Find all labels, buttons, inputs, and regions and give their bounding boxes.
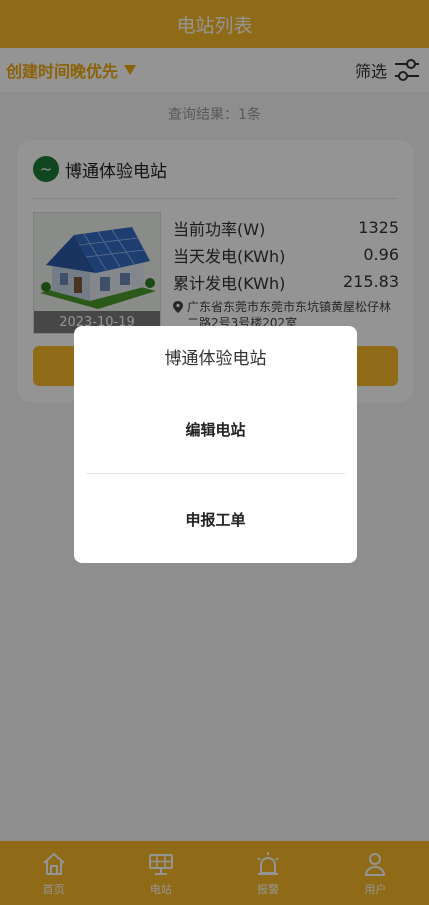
report-ticket-option[interactable]: 申报工单 [74, 509, 357, 530]
action-dialog: 博通体验电站 编辑电站 申报工单 [74, 326, 357, 563]
edit-station-option[interactable]: 编辑电站 [74, 419, 357, 440]
dialog-title: 博通体验电站 [164, 349, 267, 369]
dialog-divider [86, 473, 345, 474]
